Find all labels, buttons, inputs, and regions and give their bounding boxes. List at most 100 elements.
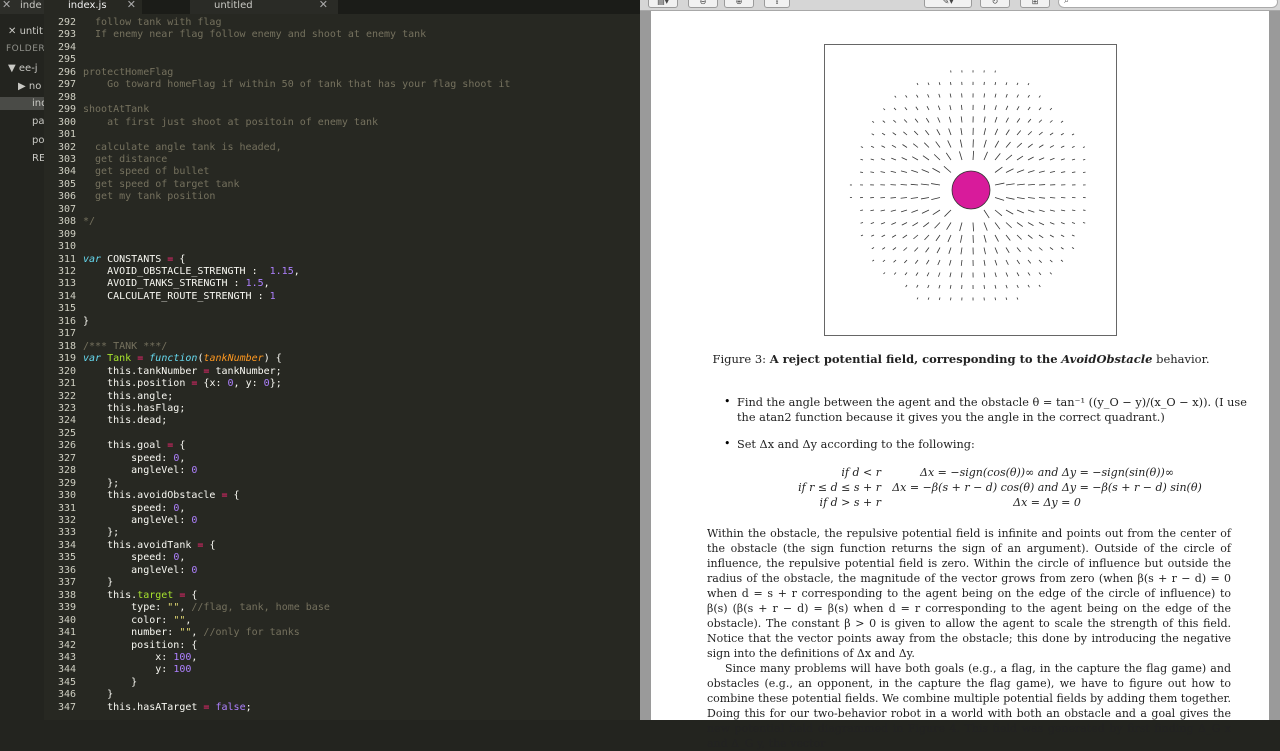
sidebar-folder-node-modules[interactable]: ▶ no (18, 80, 41, 93)
code-line[interactable]: this.angle; (83, 391, 173, 402)
field-vector (1050, 223, 1054, 225)
field-vector (995, 105, 996, 110)
code-line[interactable]: get distance (83, 154, 167, 165)
code-line[interactable]: var Tank = function(tankNumber) { (83, 353, 282, 364)
tab-inde[interactable]: ✕ inde (0, 0, 44, 14)
zoom-out-icon[interactable]: ⊖ (688, 0, 718, 8)
code-line[interactable]: this.avoidTank = { (83, 540, 215, 551)
rotate-icon[interactable]: ↻ (980, 0, 1010, 8)
code-line[interactable]: calculate angle tank is headed, (83, 142, 282, 153)
potential-field-figure (824, 44, 1117, 336)
sidebar-toggle-icon[interactable]: ▤▾ (648, 0, 678, 8)
field-vector (995, 141, 999, 148)
code-line[interactable]: type: "", //flag, tank, home base (83, 602, 330, 613)
field-vector (936, 142, 940, 148)
field-vector (1006, 273, 1008, 277)
field-vector (973, 223, 974, 232)
search-field[interactable]: ⌕ (1058, 0, 1278, 8)
field-vector (1028, 131, 1032, 135)
code-line[interactable]: }; (83, 527, 119, 538)
annotate-icon[interactable]: ✎▾ (924, 0, 972, 8)
tab-untitled[interactable]: untitled ✕ (190, 0, 338, 14)
code-line[interactable]: angleVel: 0 (83, 565, 197, 576)
code-line[interactable]: follow tank with flag (83, 17, 221, 28)
field-vector (995, 117, 997, 122)
code-line[interactable]: shootAtTank (83, 104, 149, 115)
code-line[interactable]: /*** TANK ***/ (83, 341, 167, 352)
sidebar-file-index[interactable]: ind (0, 97, 44, 110)
code-line[interactable]: this.hasATarget = false; (83, 702, 252, 713)
code-line[interactable]: x: 100, (83, 652, 197, 663)
field-vector (948, 140, 951, 147)
field-vector (894, 273, 896, 275)
code-line[interactable]: AVOID_OBSTACLE_STRENGTH : 1.15, (83, 266, 300, 277)
code-line[interactable]: speed: 0, (83, 552, 185, 563)
code-line[interactable]: protectHomeFlag (83, 67, 173, 78)
field-vector (881, 210, 885, 211)
field-vector (1061, 133, 1064, 135)
code-line[interactable]: this.avoidObstacle = { (83, 490, 240, 501)
field-vector (938, 117, 940, 122)
code-line[interactable]: */ (83, 216, 95, 227)
field-vector (881, 172, 885, 173)
field-vector (922, 169, 929, 172)
field-vector (1083, 147, 1085, 148)
code-line[interactable]: get my tank position (83, 191, 215, 202)
code-line[interactable]: this.dead; (83, 415, 167, 426)
code-line[interactable]: If enemy near flag follow enemy and shoo… (83, 29, 426, 40)
code-line[interactable]: color: "", (83, 615, 191, 626)
tab-index-js[interactable]: index.js ✕ (44, 0, 142, 14)
code-line[interactable]: var CONSTANTS = { (83, 254, 185, 265)
field-vector (995, 167, 1002, 172)
sidebar-file-readme[interactable]: RE (32, 152, 44, 165)
line-number: 305 (58, 179, 76, 190)
code-line[interactable]: y: 100 (83, 664, 191, 675)
line-number: 298 (58, 92, 76, 103)
close-tab-icon[interactable]: ✕ (127, 0, 136, 11)
share-icon[interactable]: ⇪ (764, 0, 790, 8)
code-line[interactable]: get speed of bullet (83, 166, 209, 177)
field-vector (1006, 82, 1007, 85)
code-line[interactable]: this.hasFlag; (83, 403, 185, 414)
caption-behavior: AvoidObstacle (1061, 352, 1152, 366)
code-line[interactable]: angleVel: 0 (83, 515, 197, 526)
equation-condition: if d > s + r (761, 496, 881, 509)
sidebar-folder-ee-js[interactable]: ▼ ee-j (8, 62, 38, 75)
sidebar-file-package[interactable]: pa (32, 115, 44, 128)
code-line[interactable]: } (83, 577, 113, 588)
close-tab-icon[interactable]: ✕ (319, 0, 328, 11)
code-line[interactable]: this.target = { (83, 590, 197, 601)
code-line[interactable]: } (83, 689, 113, 700)
sidebar-file-po[interactable]: po (32, 134, 44, 147)
close-icon[interactable]: ✕ (8, 26, 16, 37)
field-vector (1072, 172, 1075, 173)
code-line[interactable]: AVOID_TANKS_STRENGTH : 1.5, (83, 278, 270, 289)
code-line[interactable]: angleVel: 0 (83, 465, 197, 476)
line-number: 344 (58, 664, 76, 675)
code-line[interactable]: } (83, 316, 89, 327)
field-vector (882, 235, 885, 237)
code-line[interactable]: this.tankNumber = tankNumber; (83, 366, 282, 377)
code-area[interactable]: follow tank with flag If enemy near flag… (83, 14, 640, 720)
code-line[interactable]: } (83, 677, 137, 688)
code-line[interactable]: number: "", //only for tanks (83, 627, 300, 638)
code-line[interactable]: speed: 0, (83, 503, 185, 514)
code-line[interactable]: this.goal = { (83, 440, 185, 451)
code-line[interactable]: get speed of target tank (83, 179, 240, 190)
zoom-in-icon[interactable]: ⊕ (724, 0, 754, 8)
code-line[interactable]: at first just shoot at positoin of enemy… (83, 117, 378, 128)
field-vector (1083, 223, 1085, 224)
code-line[interactable]: speed: 0, (83, 453, 185, 464)
sidebar-item-untitled[interactable]: ✕ untit (8, 25, 43, 38)
code-line[interactable]: CALCULATE_ROUTE_STRENGTH : 1 (83, 291, 276, 302)
field-vector (960, 223, 962, 232)
field-vector (924, 143, 929, 148)
code-line[interactable]: }; (83, 478, 119, 489)
close-tab-icon[interactable]: ✕ (2, 0, 11, 11)
code-line[interactable]: Go toward homeFlag if within 50 of tank … (83, 79, 510, 90)
toolbox-icon[interactable]: ⊞ (1020, 0, 1050, 8)
code-line[interactable]: this.position = {x: 0, y: 0}; (83, 378, 282, 389)
field-vector (950, 94, 951, 98)
field-vector (1028, 157, 1034, 160)
code-line[interactable]: position: { (83, 640, 197, 651)
